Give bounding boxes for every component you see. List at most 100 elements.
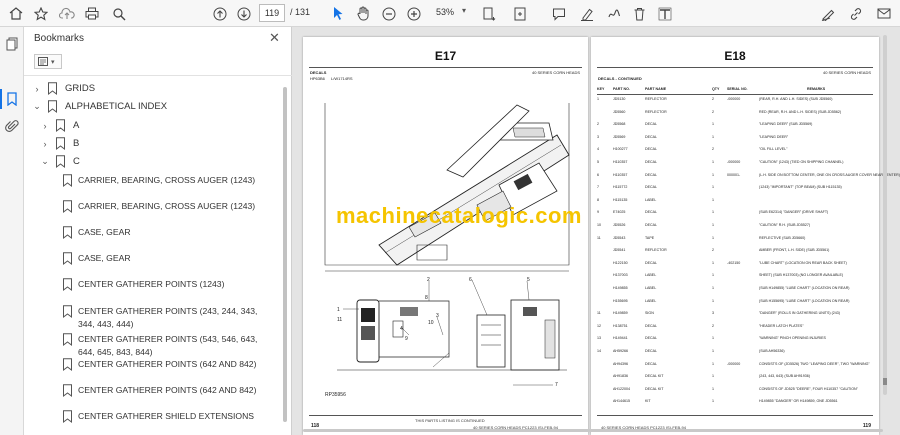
table-cell-serial: -000000 [727,160,741,164]
fill-sign-icon[interactable] [818,3,838,24]
table-cell-qty: 1 [712,386,714,391]
zoom-out-icon[interactable] [379,3,399,24]
table-cell-part: H149855 [613,286,628,290]
col-header: QTY [712,87,720,91]
hand-tool-icon[interactable] [353,3,373,24]
bookmark-panel-icon[interactable] [5,92,19,107]
bookmark-node-alphabetical-index[interactable]: ⌄ ALPHABETICAL INDEX [32,100,167,113]
table-cell-part: H137003 [613,273,628,278]
zoom-in-icon[interactable] [404,3,424,24]
table-cell-part: H115772 [613,185,628,190]
chevron-right-icon[interactable]: › [32,84,42,94]
table-cell-remarks: H149855 "DANGER" OR H149859, ONE JD5561 [759,399,838,404]
table-cell-qty: 1 [712,286,714,290]
chevron-down-icon[interactable]: ▾ [462,6,466,15]
bookmarks-scrollbar[interactable] [283,87,287,422]
table-row: 5 H110357 DECAL 1 -000000 "CAUTION" (1243) (T… [597,160,873,166]
table-row: 11 JD5543 TAPE 1 REFLECTIVE (SUB JD5660) [597,236,873,242]
bookmark-node-b[interactable]: › B [40,137,79,150]
text-icon[interactable] [655,3,675,24]
print-icon[interactable] [81,3,103,24]
table-row: AH144615 KIT 1 H149855 "DANGER" OR H149859,… [597,399,873,405]
table-cell-remarks: "LEAPING DEER" [759,134,789,139]
close-icon[interactable]: ✕ [269,30,280,46]
bookmark-label: CENTER GATHERER POINTS (1243) [78,279,225,289]
document-scrollbar-thumb[interactable] [883,378,887,385]
table-cell-part: AH144615 [613,399,630,404]
table-cell-key: 5 [597,160,599,164]
bookmark-options-button[interactable]: ▾ [34,54,62,69]
page-thumbnails-icon[interactable] [5,37,19,51]
cloud-upload-icon[interactable] [56,3,78,24]
table-row: JD5560 REFLECTOR 2 RED (REAR, R.H. AND L.H.… [597,110,873,116]
page-e18: E18 40 SERIES CORN HEADS DECALS - CONTIN… [591,37,900,435]
bookmark-node-a[interactable]: › A [40,119,79,132]
document-scrollbar[interactable] [883,35,887,395]
table-cell-serial: -402150 [727,260,741,265]
search-icon[interactable] [108,3,130,24]
table-cell-qty: 1 [712,349,714,353]
table-cell-part: H110357 [613,172,628,177]
horizontal-scrollbar[interactable] [303,429,883,432]
callout-8: 8 [425,295,428,301]
table-cell-part: AH94396 [613,361,628,366]
table-cell-part: AH91836 [613,374,628,379]
page-tools-icon[interactable] [510,3,530,24]
col-header: PART NAME [645,87,667,91]
bookmark-label: CENTER GATHERER POINTS (543, 546, 643, 6… [78,334,258,357]
table-cell-name: DECAL [645,134,657,139]
share-link-icon[interactable] [846,3,866,24]
next-page-icon[interactable] [234,3,254,24]
chevron-down-icon[interactable]: ⌄ [40,156,50,167]
zoom-level[interactable]: 53% [436,7,454,17]
table-cell-qty: 2 [712,147,714,152]
table-cell-name: LABEL [645,286,657,290]
attachment-icon[interactable] [5,119,19,133]
table-cell-key: 1 [597,97,599,101]
table-cell-remarks: "LEAPING DEER" (SUB JD5569) [759,122,813,127]
draw-icon[interactable] [604,3,624,24]
chevron-right-icon[interactable]: › [40,121,50,131]
table-cell-qty: 2 [712,109,714,114]
table-cell-serial: -000000 [727,361,741,366]
bookmark-label: GRIDS [65,83,96,94]
table-cell-qty: 1 [712,374,714,379]
table-cell-qty: 1 [712,185,714,190]
prev-page-icon[interactable] [210,3,230,24]
chevron-down-icon[interactable]: ⌄ [32,101,42,112]
main-toolbar: 119 / 131 53% ▾ [0,0,900,27]
col-header: REMARKS [807,87,826,91]
select-cursor-icon[interactable] [328,3,348,24]
comment-icon[interactable] [549,3,569,24]
fit-page-icon[interactable] [478,3,500,24]
bookmark-label: C [73,156,80,167]
table-row: 1 JD5130 REFLECTOR 2 -000000 (REAR, R.H. AND … [597,97,873,103]
divider [24,75,292,76]
table-cell-part: H138751 [613,323,628,328]
bookmark-node-c[interactable]: ⌄ C [40,155,80,168]
page-number-input[interactable]: 119 [259,4,285,22]
email-icon[interactable] [874,3,894,24]
home-icon[interactable] [5,3,27,24]
table-cell-remarks: (SUB E62314) "DANGER" (DRIVE SHAFT) [759,210,829,215]
table-cell-remarks: (L.H. SIDE ON BOTTOM CENTER, ONE ON CROS… [759,172,900,177]
table-row: 13 H149441 DECAL 1 "WARNING" PINCH OPENING I… [597,336,873,342]
panel-title: Bookmarks [34,33,85,44]
document-viewport[interactable]: E17 DECALS 40 SERIES CORN HEADS HP63B6 L… [292,27,900,435]
page-total: / 131 [290,7,311,17]
star-icon[interactable] [30,3,52,24]
table-cell-qty: 1 [712,235,714,240]
highlight-pen-icon[interactable] [577,3,597,24]
callout-1: 1 [337,307,340,313]
bookmark-icon [48,100,57,113]
bookmark-node-grids[interactable]: › GRIDS [32,82,95,95]
delete-icon[interactable] [629,3,649,24]
chevron-right-icon[interactable]: › [40,139,50,149]
table-header: KEY PART NO. PART NAME QTY SERIAL NO. RE… [597,87,873,93]
table-cell-name: DECAL [645,210,657,215]
bookmark-label: A [73,120,80,131]
table-cell-part: H122150 [613,260,628,265]
decal-location-diagram [324,103,570,386]
bookmark-icon [63,278,72,291]
table-cell-part: E74025 [613,210,626,215]
